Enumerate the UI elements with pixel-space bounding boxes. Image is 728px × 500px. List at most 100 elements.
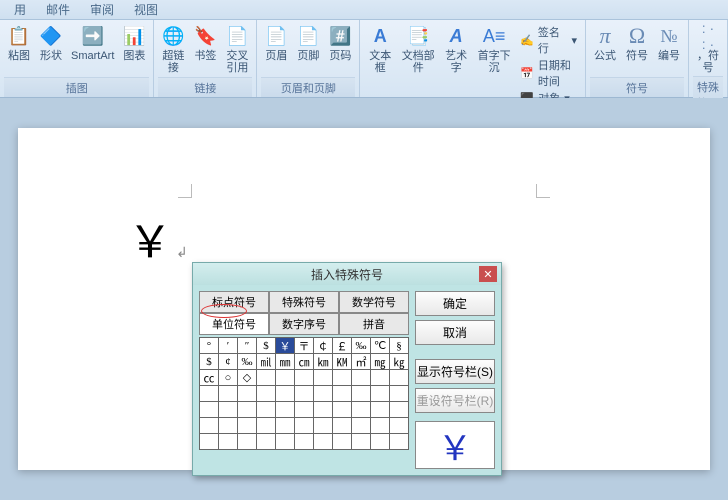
- symbol-cell[interactable]: [333, 370, 352, 386]
- symbol-cell[interactable]: [276, 418, 295, 434]
- symbol-cell[interactable]: [200, 434, 219, 450]
- show-symbol-bar-button[interactable]: 显示符号栏(S): [415, 359, 495, 384]
- symbol-cell[interactable]: [295, 434, 314, 450]
- chart-button[interactable]: 📊 图表: [119, 22, 149, 77]
- symbol-cell[interactable]: [352, 386, 371, 402]
- symbol-cell[interactable]: [257, 386, 276, 402]
- cross-ref-button[interactable]: 📄 交叉 引用: [222, 22, 252, 77]
- symbol-cell[interactable]: [257, 434, 276, 450]
- symbol-cell[interactable]: ℃: [371, 338, 390, 354]
- symbol-cell[interactable]: $: [257, 338, 276, 354]
- symbol-cell[interactable]: ○: [219, 370, 238, 386]
- symbol-cell[interactable]: [257, 370, 276, 386]
- symbol-cell[interactable]: [295, 402, 314, 418]
- dropcap-button[interactable]: A≡ 首字下沉: [474, 22, 514, 108]
- symbol-cell[interactable]: [371, 370, 390, 386]
- symbol-cell[interactable]: [219, 434, 238, 450]
- symbol-cell[interactable]: [352, 370, 371, 386]
- symbol-cell[interactable]: [238, 418, 257, 434]
- reset-symbol-bar-button[interactable]: 重设符号栏(R): [415, 388, 495, 413]
- symbol-cell[interactable]: $: [200, 354, 219, 370]
- symbol-cell[interactable]: [371, 386, 390, 402]
- tab-math[interactable]: 数学符号: [339, 291, 409, 313]
- bookmark-button[interactable]: 🔖 书签: [190, 22, 220, 77]
- symbol-cell[interactable]: [314, 402, 333, 418]
- symbol-cell[interactable]: ′: [219, 338, 238, 354]
- doc-parts-button[interactable]: 📑 文档部件: [398, 22, 438, 108]
- symbol-cell[interactable]: [390, 434, 409, 450]
- hyperlink-button[interactable]: 🌐 超链接: [158, 22, 188, 77]
- symbol-button[interactable]: Ω 符号: [622, 22, 652, 77]
- footer-button[interactable]: 📄 页脚: [293, 22, 323, 77]
- symbol-cell[interactable]: [314, 418, 333, 434]
- special-symbol-button[interactable]: : · : · ，符号: [693, 22, 723, 76]
- symbol-cell[interactable]: ‰: [238, 354, 257, 370]
- symbol-cell[interactable]: ㎏: [390, 354, 409, 370]
- symbol-cell[interactable]: [333, 418, 352, 434]
- tab-mail[interactable]: 邮件: [36, 0, 80, 20]
- symbol-cell[interactable]: [276, 434, 295, 450]
- symbol-cell[interactable]: [200, 386, 219, 402]
- symbol-cell[interactable]: 〒: [295, 338, 314, 354]
- symbol-cell[interactable]: [276, 402, 295, 418]
- symbol-cell[interactable]: [295, 418, 314, 434]
- symbol-cell[interactable]: ㎡: [352, 354, 371, 370]
- symbol-cell[interactable]: ㏎: [333, 354, 352, 370]
- header-button[interactable]: 📄 页眉: [261, 22, 291, 77]
- smartart-button[interactable]: ➡️ SmartArt: [68, 22, 117, 77]
- numbering-button[interactable]: № 编号: [654, 22, 684, 77]
- tab-special[interactable]: 特殊符号: [269, 291, 339, 313]
- symbol-cell[interactable]: [200, 418, 219, 434]
- dialog-titlebar[interactable]: 插入特殊符号 ✕: [193, 263, 501, 285]
- tab-number-seq[interactable]: 数字序号: [269, 313, 339, 335]
- tab-punctuation[interactable]: 标点符号: [199, 291, 269, 313]
- symbol-cell[interactable]: [276, 370, 295, 386]
- symbol-cell[interactable]: °: [200, 338, 219, 354]
- symbol-cell[interactable]: ㏕: [257, 354, 276, 370]
- symbol-cell[interactable]: [295, 386, 314, 402]
- symbol-cell[interactable]: [390, 370, 409, 386]
- symbol-cell[interactable]: §: [390, 338, 409, 354]
- symbol-cell[interactable]: [371, 402, 390, 418]
- symbol-cell[interactable]: [219, 386, 238, 402]
- symbol-cell[interactable]: ㏄: [200, 370, 219, 386]
- symbol-cell[interactable]: [352, 418, 371, 434]
- symbol-cell[interactable]: [333, 386, 352, 402]
- symbol-cell[interactable]: [200, 402, 219, 418]
- tab-view[interactable]: 视图: [124, 0, 168, 20]
- symbol-cell[interactable]: ㎜: [276, 354, 295, 370]
- close-button[interactable]: ✕: [479, 266, 497, 282]
- symbol-cell[interactable]: [257, 418, 276, 434]
- symbol-cell[interactable]: [314, 386, 333, 402]
- symbol-cell[interactable]: [314, 370, 333, 386]
- symbol-cell[interactable]: [352, 434, 371, 450]
- cancel-button[interactable]: 取消: [415, 320, 495, 345]
- symbol-cell[interactable]: [371, 434, 390, 450]
- tab-pinyin[interactable]: 拼音: [339, 313, 409, 335]
- symbol-cell[interactable]: [276, 386, 295, 402]
- paste-picture-button[interactable]: 📋 粘图: [4, 22, 34, 77]
- symbol-cell[interactable]: [257, 402, 276, 418]
- symbol-cell[interactable]: [333, 434, 352, 450]
- symbol-cell[interactable]: [390, 402, 409, 418]
- symbol-cell[interactable]: ㎞: [314, 354, 333, 370]
- symbol-cell[interactable]: [219, 418, 238, 434]
- symbol-cell[interactable]: ◇: [238, 370, 257, 386]
- symbol-cell[interactable]: ￥: [276, 338, 295, 354]
- datetime-button[interactable]: 📅日期和时间: [520, 57, 577, 89]
- symbol-cell[interactable]: [238, 402, 257, 418]
- symbol-cell[interactable]: ″: [238, 338, 257, 354]
- tab-use[interactable]: 用: [4, 0, 36, 20]
- ok-button[interactable]: 确定: [415, 291, 495, 316]
- symbol-cell[interactable]: ￠: [314, 338, 333, 354]
- symbol-cell[interactable]: ‰: [352, 338, 371, 354]
- symbol-cell[interactable]: ¢: [219, 354, 238, 370]
- tab-unit[interactable]: 单位符号: [199, 313, 269, 335]
- wordart-button[interactable]: A 艺术字: [440, 22, 472, 108]
- symbol-cell[interactable]: ㎝: [295, 354, 314, 370]
- page-number-button[interactable]: #️⃣ 页码: [325, 22, 355, 77]
- symbol-cell[interactable]: [238, 434, 257, 450]
- symbol-cell[interactable]: [333, 402, 352, 418]
- symbol-cell[interactable]: [371, 418, 390, 434]
- signature-line-button[interactable]: ✍签名行 ▾: [520, 24, 577, 56]
